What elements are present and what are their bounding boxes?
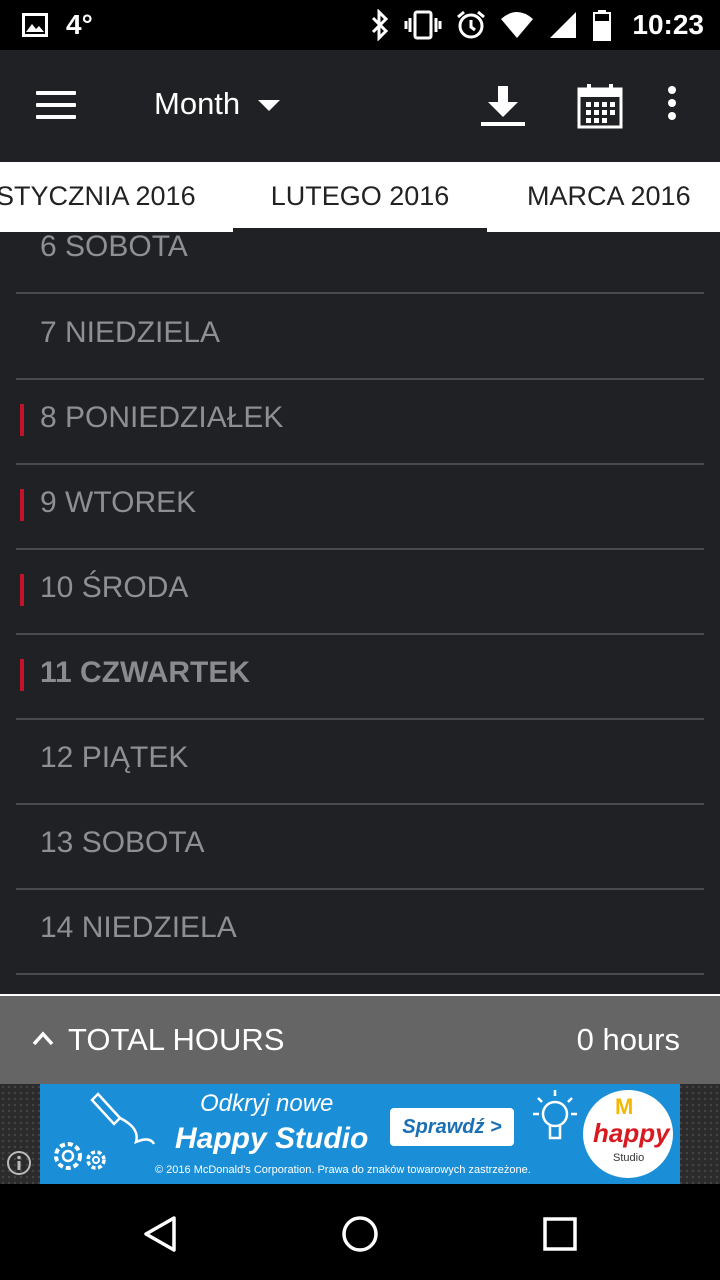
day-row[interactable]: 13 SOBOTA (16, 804, 704, 890)
system-nav-bar (0, 1184, 720, 1280)
status-left: 4° (22, 9, 93, 41)
day-row[interactable]: 10 ŚRODA (16, 549, 704, 635)
happy-studio-logo: M happy Studio (583, 1090, 673, 1178)
tab-current-month[interactable]: LUTEGO 2016 (233, 162, 487, 232)
day-row[interactable]: 7 NIEDZIELA (16, 294, 704, 380)
calendar-icon[interactable] (576, 83, 624, 129)
day-list: 6 SOBOTA 7 NIEDZIELA 8 PONIEDZIAŁEK 9 WT… (0, 234, 720, 994)
ad-area: Odkryj nowe Happy Studio Sprawdź > M hap… (0, 1084, 720, 1184)
info-icon[interactable] (6, 1150, 32, 1176)
logo-text: happy (593, 1118, 670, 1148)
day-row[interactable]: 12 PIĄTEK (16, 719, 704, 805)
vibrate-icon (404, 10, 442, 40)
view-selector[interactable]: Month (154, 86, 281, 122)
day-label: 8 PONIEDZIAŁEK (40, 401, 284, 434)
logo-m: M (615, 1094, 634, 1119)
view-selector-label: Month (154, 86, 241, 121)
ad-cta-button[interactable]: Sprawdź > (390, 1108, 514, 1146)
chevron-up-icon[interactable] (32, 1028, 54, 1050)
back-icon[interactable] (140, 1214, 180, 1254)
day-activity-marker (20, 659, 24, 691)
day-row[interactable]: 9 WTOREK (16, 464, 704, 550)
logo-subtext: Studio (613, 1152, 645, 1164)
tab-previous-month[interactable]: STYCZNIA 2016 (0, 162, 196, 232)
day-activity-marker (20, 489, 24, 521)
more-vert-icon[interactable] (662, 86, 682, 126)
day-label: 14 NIEDZIELA (40, 911, 237, 944)
lightbulb-icon (533, 1090, 577, 1140)
total-hours-label: TOTAL HOURS (68, 1022, 285, 1057)
wifi-icon (501, 12, 534, 38)
alarm-icon (457, 10, 486, 39)
day-label: 7 NIEDZIELA (40, 316, 221, 349)
day-label: 12 PIĄTEK (40, 741, 189, 774)
day-activity-marker (20, 574, 24, 606)
day-label: 11 CZWARTEK (40, 656, 251, 689)
day-label: 13 SOBOTA (40, 826, 205, 859)
day-activity-marker (20, 404, 24, 436)
ad-banner[interactable]: Odkryj nowe Happy Studio Sprawdź > M hap… (40, 1084, 680, 1184)
recents-icon[interactable] (542, 1216, 578, 1252)
status-right: 10:23 (370, 9, 704, 41)
day-row-today[interactable]: 11 CZWARTEK (16, 634, 704, 720)
bluetooth-icon (372, 9, 389, 41)
download-icon[interactable] (478, 84, 528, 128)
gears-icon (54, 1142, 106, 1170)
tab-next-month[interactable]: MARCA 2016 (527, 162, 691, 232)
day-label: 10 ŚRODA (40, 571, 189, 604)
day-row[interactable]: 6 SOBOTA (16, 234, 704, 294)
day-label: 6 SOBOTA (40, 234, 188, 263)
menu-icon[interactable] (36, 91, 76, 121)
app-toolbar: Month (0, 50, 720, 162)
clock-text: 10:23 (632, 9, 704, 40)
dropdown-caret-icon (258, 99, 281, 111)
status-bar: 4° 10:23 (0, 0, 720, 50)
total-hours-bar[interactable]: TOTAL HOURS 0 hours (0, 994, 720, 1084)
month-tabs: STYCZNIA 2016 LUTEGO 2016 MARCA 2016 (0, 162, 720, 234)
image-icon (22, 13, 48, 37)
temperature-text: 4° (66, 9, 93, 40)
home-icon[interactable] (340, 1214, 380, 1254)
signal-icon (550, 12, 577, 38)
day-row[interactable]: 14 NIEDZIELA (16, 889, 704, 975)
battery-icon (593, 10, 612, 41)
ad-title: Happy Studio (175, 1122, 369, 1155)
ad-headline: Odkryj nowe (200, 1090, 334, 1117)
day-label: 9 WTOREK (40, 486, 197, 519)
day-row[interactable]: 8 PONIEDZIAŁEK (16, 379, 704, 465)
total-hours-value: 0 hours (576, 1022, 680, 1057)
ad-footer-text: © 2016 McDonald's Corporation. Prawa do … (155, 1164, 531, 1176)
